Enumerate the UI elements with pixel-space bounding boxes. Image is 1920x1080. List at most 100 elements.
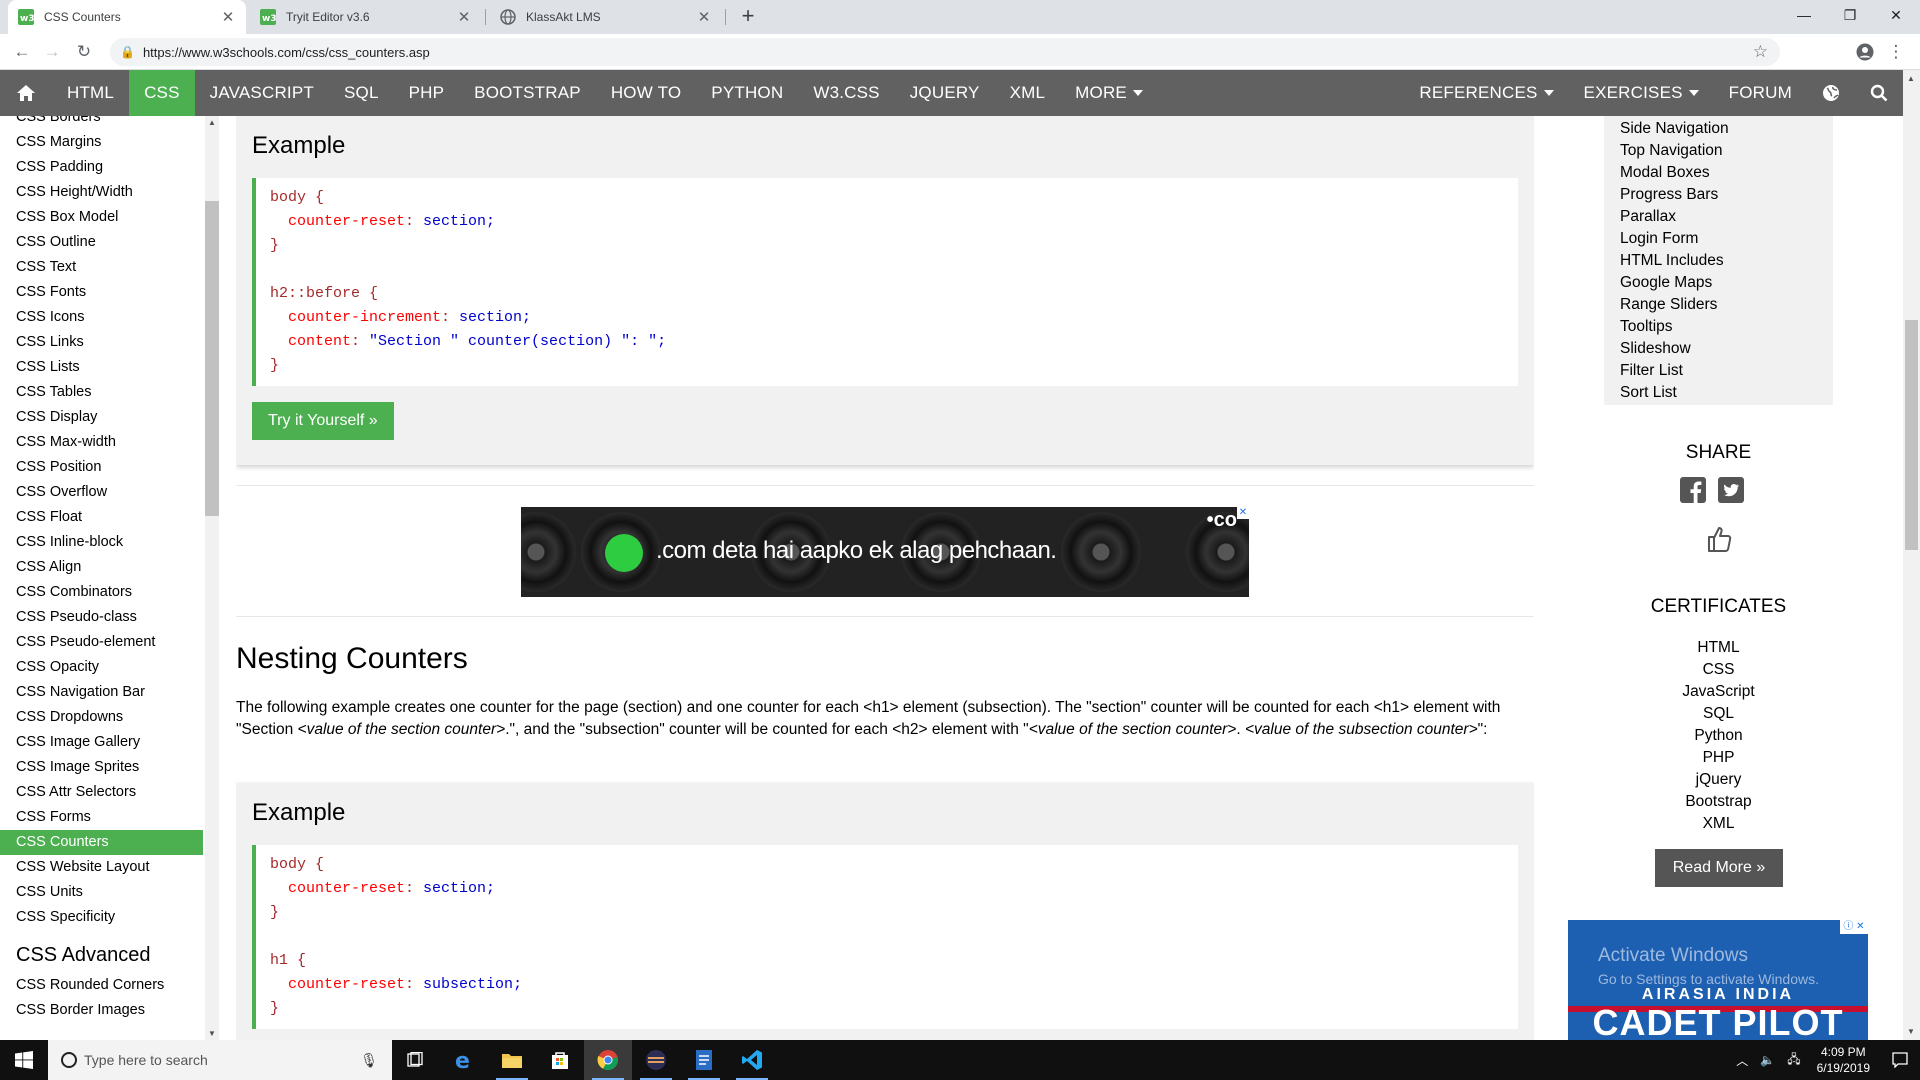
sidebar-item[interactable]: CSS Opacity xyxy=(0,655,203,680)
sidebar-item[interactable]: CSS Pseudo-class xyxy=(0,605,203,630)
close-tab-icon[interactable]: ✕ xyxy=(456,9,472,26)
microphone-icon[interactable]: 🎙 xyxy=(360,1052,378,1069)
sidebar-item[interactable]: CSS Navigation Bar xyxy=(0,680,203,705)
certificate-link[interactable]: Python xyxy=(1534,725,1903,747)
howto-item[interactable]: Range Sliders xyxy=(1620,294,1833,316)
browser-tab[interactable]: w3 Tryit Editor v3.6 ✕ xyxy=(250,0,482,34)
sidebar-item[interactable]: CSS Borders xyxy=(0,116,203,130)
close-tab-icon[interactable]: ✕ xyxy=(696,9,712,26)
sidebar-item[interactable]: CSS Outline xyxy=(0,230,203,255)
nav-exercises[interactable]: EXERCISES xyxy=(1569,70,1714,116)
howto-item[interactable]: Tooltips xyxy=(1620,316,1833,338)
sidebar-scrollbar[interactable]: ▲ ▼ xyxy=(205,116,219,1040)
howto-item[interactable]: Login Form xyxy=(1620,228,1833,250)
howto-item[interactable]: Slideshow xyxy=(1620,338,1833,360)
sidebar-item[interactable]: CSS Float xyxy=(0,505,203,530)
sidebar-item[interactable]: CSS Display xyxy=(0,405,203,430)
sidebar-item[interactable]: CSS Links xyxy=(0,330,203,355)
volume-icon[interactable]: 🔈 xyxy=(1754,1053,1781,1067)
bookmark-star-icon[interactable]: ☆ xyxy=(1753,42,1768,62)
nav-php[interactable]: PHP xyxy=(394,70,460,116)
taskbar-search-box[interactable]: Type here to search 🎙 xyxy=(48,1040,392,1080)
sidebar-item[interactable]: CSS Image Sprites xyxy=(0,755,203,780)
scroll-down-icon[interactable]: ▼ xyxy=(1907,1027,1915,1036)
howto-item[interactable]: HTML Includes xyxy=(1620,250,1833,272)
new-tab-button[interactable]: + xyxy=(737,5,759,28)
close-tab-icon[interactable]: ✕ xyxy=(220,9,236,26)
nav-more[interactable]: MORE xyxy=(1060,70,1158,116)
certificate-link[interactable]: Bootstrap xyxy=(1534,791,1903,813)
notification-center-icon[interactable] xyxy=(1880,1040,1920,1080)
file-explorer-icon[interactable] xyxy=(488,1040,536,1080)
home-icon[interactable] xyxy=(0,70,52,116)
certificate-link[interactable]: HTML xyxy=(1534,637,1903,659)
certificate-link[interactable]: XML xyxy=(1534,813,1903,835)
howto-item[interactable]: Progress Bars xyxy=(1620,184,1833,206)
certificate-link[interactable]: SQL xyxy=(1534,703,1903,725)
scroll-up-icon[interactable]: ▲ xyxy=(1907,74,1915,83)
nav-forum[interactable]: FORUM xyxy=(1714,70,1807,116)
nav-jquery[interactable]: JQUERY xyxy=(895,70,995,116)
address-bar[interactable]: 🔒 https://www.w3schools.com/css/css_coun… xyxy=(110,38,1780,66)
scroll-up-icon[interactable]: ▲ xyxy=(208,118,216,127)
try-it-yourself-button[interactable]: Try it Yourself » xyxy=(252,402,394,440)
edge-browser-icon[interactable]: e xyxy=(440,1040,488,1080)
vscode-icon[interactable] xyxy=(728,1040,776,1080)
howto-item[interactable]: Side Navigation xyxy=(1620,118,1833,140)
howto-item[interactable]: Top Navigation xyxy=(1620,140,1833,162)
profile-avatar-icon[interactable] xyxy=(1853,40,1877,64)
sidebar-item[interactable]: CSS Rounded Corners xyxy=(0,973,203,998)
sidebar-item[interactable]: CSS Text xyxy=(0,255,203,280)
facebook-icon[interactable] xyxy=(1680,477,1706,503)
banner-ad[interactable]: .com deta hai aapko ek alag pehchaan. •c… xyxy=(521,507,1249,597)
sidebar-item[interactable]: CSS Margins xyxy=(0,130,203,155)
twitter-icon[interactable] xyxy=(1718,477,1744,503)
nav-sql[interactable]: SQL xyxy=(329,70,394,116)
page-scrollbar[interactable]: ▲ ▼ xyxy=(1903,70,1920,1040)
browser-tab[interactable]: w3 CSS Counters ✕ xyxy=(8,0,246,34)
sidebar-item[interactable]: CSS Units xyxy=(0,880,203,905)
certificate-link[interactable]: jQuery xyxy=(1534,769,1903,791)
side-ad[interactable]: ⓘ ✕ Activate Windows Go to Settings to a… xyxy=(1568,920,1868,1040)
nav-w3css[interactable]: W3.CSS xyxy=(798,70,894,116)
sidebar-item[interactable]: CSS Forms xyxy=(0,805,203,830)
minimize-icon[interactable]: — xyxy=(1781,0,1827,30)
howto-item[interactable]: Google Maps xyxy=(1620,272,1833,294)
chevron-up-icon[interactable]: ︿ xyxy=(1730,1052,1754,1069)
nav-python[interactable]: PYTHON xyxy=(696,70,798,116)
sidebar-item[interactable]: CSS Pseudo-element xyxy=(0,630,203,655)
menu-dots-icon[interactable]: ⋮ xyxy=(1884,40,1908,64)
certificate-link[interactable]: CSS xyxy=(1534,659,1903,681)
sidebar-item-active[interactable]: CSS Counters xyxy=(0,830,203,855)
read-more-button[interactable]: Read More » xyxy=(1655,849,1783,887)
sidebar-item[interactable]: CSS Box Model xyxy=(0,205,203,230)
app-icon[interactable] xyxy=(632,1040,680,1080)
search-icon[interactable] xyxy=(1855,70,1903,116)
browser-tab[interactable]: KlassAkt LMS ✕ xyxy=(490,0,722,34)
close-window-icon[interactable]: ✕ xyxy=(1873,0,1919,30)
scroll-down-icon[interactable]: ▼ xyxy=(208,1029,216,1038)
sidebar-scrollbar-thumb[interactable] xyxy=(205,201,219,516)
nav-howto[interactable]: HOW TO xyxy=(596,70,696,116)
sidebar-item[interactable]: CSS Fonts xyxy=(0,280,203,305)
sidebar-item[interactable]: CSS Tables xyxy=(0,380,203,405)
reload-icon[interactable]: ↻ xyxy=(72,40,96,64)
page-scrollbar-thumb[interactable] xyxy=(1905,320,1918,550)
sidebar-item[interactable]: CSS Lists xyxy=(0,355,203,380)
windows-start-icon[interactable] xyxy=(0,1040,48,1080)
taskbar-clock[interactable]: 4:09 PM 6/19/2019 xyxy=(1807,1044,1880,1076)
sidebar-item[interactable]: CSS Website Layout xyxy=(0,855,203,880)
network-icon[interactable]: 🖧 xyxy=(1781,1050,1806,1071)
sidebar-item[interactable]: CSS Combinators xyxy=(0,580,203,605)
sidebar-item[interactable]: CSS Max-width xyxy=(0,430,203,455)
sidebar-item[interactable]: CSS Image Gallery xyxy=(0,730,203,755)
sidebar-item[interactable]: CSS Attr Selectors xyxy=(0,780,203,805)
howto-item[interactable]: Modal Boxes xyxy=(1620,162,1833,184)
nav-javascript[interactable]: JAVASCRIPT xyxy=(195,70,329,116)
thumbs-up-icon[interactable] xyxy=(1706,525,1732,553)
sidebar-item[interactable]: CSS Inline-block xyxy=(0,530,203,555)
task-view-icon[interactable] xyxy=(392,1040,440,1080)
forward-arrow-icon[interactable]: → xyxy=(40,40,64,64)
nav-css[interactable]: CSS xyxy=(129,70,195,116)
sidebar-item[interactable]: CSS Height/Width xyxy=(0,180,203,205)
